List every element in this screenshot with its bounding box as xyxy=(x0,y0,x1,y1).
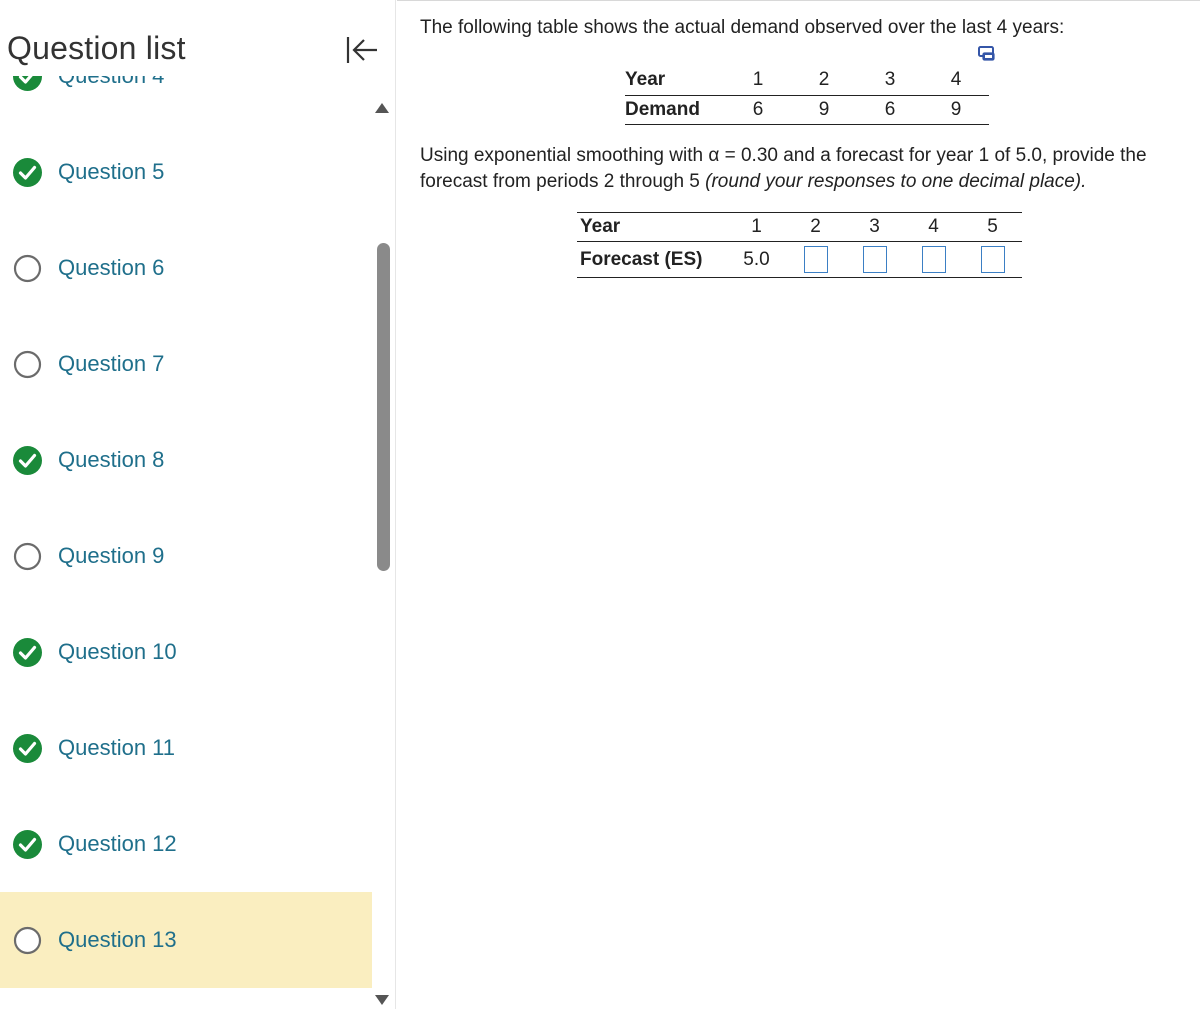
copy-table-button[interactable] xyxy=(976,45,998,63)
question-list-item[interactable]: Question 7 xyxy=(0,316,372,412)
status-incomplete-icon xyxy=(13,926,42,955)
status-incomplete-icon xyxy=(13,254,42,283)
question-list-item-label[interactable]: Question 6 xyxy=(58,255,164,281)
question-list-item[interactable]: Question 5 xyxy=(0,124,372,220)
forecast-header: Forecast (ES) xyxy=(577,241,727,278)
scroll-down-arrow[interactable] xyxy=(375,995,389,1005)
scroll-up-arrow[interactable] xyxy=(375,103,389,113)
status-complete-icon xyxy=(13,829,42,859)
forecast-input-year-2[interactable] xyxy=(803,246,828,273)
forecast-input-year-5[interactable] xyxy=(980,246,1005,273)
copy-table-icon xyxy=(978,46,995,61)
demand-cell: 6 xyxy=(725,95,791,125)
demand-cell: 9 xyxy=(923,95,989,125)
check-circle-icon xyxy=(13,733,42,763)
question-list-item[interactable]: Question 4 xyxy=(0,76,372,124)
question-list-item[interactable]: Question 13 xyxy=(0,892,372,988)
scrollbar-thumb[interactable] xyxy=(377,243,390,571)
question-text: Using exponential smoothing with α = 0.3… xyxy=(420,143,1190,195)
question-list-title: Question list xyxy=(7,30,186,66)
question-list-item-label[interactable]: Question 10 xyxy=(58,639,177,665)
check-circle-icon xyxy=(13,157,42,187)
status-incomplete-icon xyxy=(13,542,42,571)
forecast-table: Year 1 2 3 4 5 Forecast (ES) 5.0 xyxy=(577,212,1022,278)
year-header: Year xyxy=(625,66,725,96)
question-list-item[interactable]: Question 6 xyxy=(0,220,372,316)
empty-circle-icon xyxy=(13,350,42,378)
forecast-cell xyxy=(963,241,1022,278)
year-cell: 5 xyxy=(963,212,1022,242)
year-cell: 1 xyxy=(727,212,786,242)
question-list-item-label[interactable]: Question 13 xyxy=(58,927,177,953)
year-cell: 3 xyxy=(845,212,904,242)
demand-table: Year 1 2 3 4 Demand 6 9 6 9 xyxy=(625,66,989,125)
empty-circle-icon xyxy=(13,926,42,954)
demand-table-demand-row: Demand 6 9 6 9 xyxy=(625,95,989,125)
demand-header: Demand xyxy=(625,95,725,125)
year-cell: 4 xyxy=(923,66,989,96)
question-list-item-label[interactable]: Question 5 xyxy=(58,159,164,185)
question-list-item[interactable]: Question 8 xyxy=(0,412,372,508)
year-cell: 1 xyxy=(725,66,791,96)
demand-cell: 6 xyxy=(857,95,923,125)
intro-text: The following table shows the actual dem… xyxy=(420,17,1065,38)
year-cell: 2 xyxy=(786,212,845,242)
question-list-item[interactable]: Question 9 xyxy=(0,508,372,604)
status-complete-icon xyxy=(13,733,42,763)
question-list-item-label[interactable]: Question 11 xyxy=(58,735,175,761)
question-list-item-label[interactable]: Question 7 xyxy=(58,351,164,377)
forecast-cell xyxy=(786,241,845,278)
forecast-input-year-3[interactable] xyxy=(862,246,887,273)
year-cell: 4 xyxy=(904,212,963,242)
forecast-table-year-row: Year 1 2 3 4 5 xyxy=(577,212,1022,242)
question-list-item-label[interactable]: Question 12 xyxy=(58,831,177,857)
collapse-panel-button[interactable] xyxy=(340,32,384,68)
rounding-instruction: (round your responses to one decimal pla… xyxy=(705,171,1087,192)
year-header: Year xyxy=(577,212,727,242)
forecast-cell xyxy=(845,241,904,278)
forecast-table-forecast-row: Forecast (ES) 5.0 xyxy=(577,241,1022,278)
question-list-item[interactable]: Question 10 xyxy=(0,604,372,700)
question-content: The following table shows the actual dem… xyxy=(397,0,1200,1009)
empty-circle-icon xyxy=(13,542,42,570)
status-incomplete-icon xyxy=(13,350,42,379)
collapse-left-icon xyxy=(346,37,377,63)
check-circle-icon xyxy=(13,637,42,667)
status-complete-icon xyxy=(13,76,42,91)
question-list: Question 4 Question 5 Question 6 Question 7… xyxy=(0,76,372,1009)
question-list-item-label[interactable]: Question 8 xyxy=(58,447,164,473)
demand-table-year-row: Year 1 2 3 4 xyxy=(625,66,989,96)
forecast-input-year-4[interactable] xyxy=(921,246,946,273)
check-circle-icon xyxy=(13,829,42,859)
demand-cell: 9 xyxy=(791,95,857,125)
year-cell: 2 xyxy=(791,66,857,96)
top-divider xyxy=(397,0,1200,1)
question-list-item-label[interactable]: Question 4 xyxy=(58,76,164,89)
year-cell: 3 xyxy=(857,66,923,96)
question-list-panel: Question list Question 4Question 5Questi… xyxy=(0,0,396,1009)
check-circle-icon xyxy=(13,445,42,475)
forecast-year1-value: 5.0 xyxy=(727,241,786,278)
question-list-item[interactable]: Question 11 xyxy=(0,700,372,796)
empty-circle-icon xyxy=(13,254,42,282)
check-circle-icon xyxy=(13,76,42,91)
question-list-item[interactable]: Question 12 xyxy=(0,796,372,892)
question-list-item-label[interactable]: Question 9 xyxy=(58,543,164,569)
status-complete-icon xyxy=(13,157,42,187)
forecast-cell xyxy=(904,241,963,278)
status-complete-icon xyxy=(13,637,42,667)
status-complete-icon xyxy=(13,445,42,475)
